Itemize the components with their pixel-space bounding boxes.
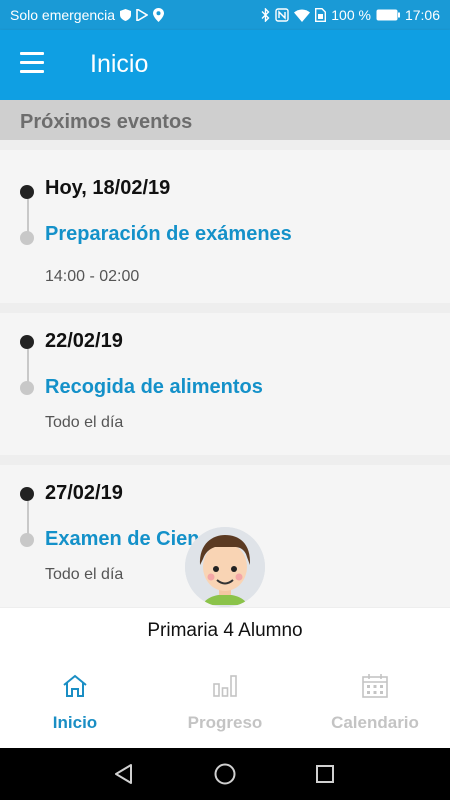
event-card[interactable]: 22/02/19 Recogida de alimentos Todo el d… xyxy=(0,313,450,455)
page-title: Inicio xyxy=(90,50,149,78)
nav-item-calendario[interactable]: Calendario xyxy=(300,658,450,748)
event-card[interactable]: Hoy, 18/02/19 Preparación de exámenes 14… xyxy=(0,150,450,303)
timeline-marker xyxy=(20,185,36,255)
timeline-marker xyxy=(20,335,36,405)
event-title-link[interactable]: Recogida de alimentos xyxy=(45,376,263,399)
avatar-face-icon xyxy=(185,527,265,607)
bar-chart-icon xyxy=(213,675,237,697)
recents-icon[interactable] xyxy=(313,762,337,786)
section-header: Próximos eventos xyxy=(0,100,450,140)
calendar-icon xyxy=(362,674,388,698)
event-time: Todo el día xyxy=(45,414,124,431)
app-bar: Inicio xyxy=(0,30,450,100)
profile-name: Primaria 4 Alumno xyxy=(147,620,303,641)
location-icon xyxy=(153,8,165,22)
avatar[interactable] xyxy=(185,527,265,607)
home-icon xyxy=(63,674,87,697)
bluetooth-icon xyxy=(261,8,270,22)
system-nav-bar xyxy=(0,748,450,800)
battery-percent: 100 % xyxy=(331,7,371,23)
timeline-marker xyxy=(20,487,36,557)
nav-label: Inicio xyxy=(52,713,98,732)
event-time: 14:00 - 02:00 xyxy=(45,268,140,285)
event-title-link[interactable]: Examen de Cien xyxy=(45,528,200,551)
play-store-icon xyxy=(136,9,149,21)
home-circle-icon[interactable] xyxy=(213,762,237,786)
battery-icon xyxy=(376,9,400,21)
status-right: 100 % 17:06 xyxy=(261,7,440,23)
nfc-icon xyxy=(275,8,289,22)
event-time: Todo el día xyxy=(45,566,124,583)
wifi-icon xyxy=(294,9,311,22)
status-left: Solo emergencia xyxy=(10,7,165,23)
shield-icon xyxy=(120,9,132,21)
sim-icon xyxy=(315,8,327,22)
event-date: Hoy, 18/02/19 xyxy=(45,177,171,199)
nav-label: Progreso xyxy=(187,713,263,732)
event-title-link[interactable]: Preparación de exámenes xyxy=(45,223,292,246)
menu-button[interactable] xyxy=(20,52,50,78)
carrier-label: Solo emergencia xyxy=(10,7,116,23)
back-icon[interactable] xyxy=(112,762,136,786)
event-date: 22/02/19 xyxy=(45,330,123,352)
nav-item-progreso[interactable]: Progreso xyxy=(150,658,300,748)
hamburger-icon xyxy=(20,52,50,73)
status-bar: Solo emergencia 100 % 17:06 xyxy=(0,0,450,30)
profile-bar: Primaria 4 Alumno xyxy=(0,608,450,659)
clock: 17:06 xyxy=(404,7,440,23)
bottom-nav: Inicio Progreso Calendario xyxy=(0,658,450,748)
nav-label: Calendario xyxy=(331,713,419,732)
event-date: 27/02/19 xyxy=(45,482,123,504)
nav-item-inicio[interactable]: Inicio xyxy=(0,658,150,748)
